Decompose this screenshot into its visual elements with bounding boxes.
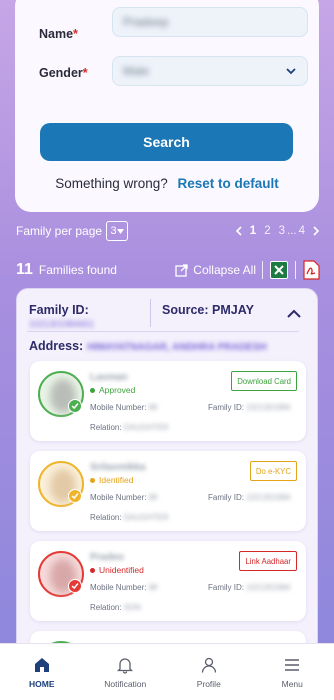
name-input[interactable]: Pradeep <box>112 7 308 37</box>
results-label: Families found <box>38 263 117 277</box>
family-card: Family ID: 1021301984651 Source: PMJAY A… <box>16 288 318 668</box>
ekyc-button[interactable]: Do e-KYC <box>249 461 297 481</box>
address-value: HIMAYATNAGAR, ANDHRA PRADESH <box>87 342 267 353</box>
divider <box>262 261 263 279</box>
pdf-icon[interactable] <box>302 260 320 280</box>
mobile-number: Mobile Number: 98 <box>90 493 158 502</box>
divider <box>295 261 296 279</box>
prev-page-icon[interactable] <box>235 226 242 236</box>
mobile-number: Mobile Number: 98 <box>90 583 158 592</box>
excel-icon[interactable] <box>269 260 289 280</box>
collapse-all-button[interactable]: Collapse All <box>175 263 256 277</box>
per-page-label: Family per page <box>16 224 103 238</box>
member-family-id: Family ID: 1021301984 <box>208 583 291 592</box>
status-badge: Unidentified <box>90 565 144 575</box>
nav-home[interactable]: HOME <box>0 644 84 700</box>
member-family-id: Family ID: 1021301984 <box>208 403 291 412</box>
family-id-value: 1021301984651 <box>29 319 95 329</box>
family-card-header[interactable]: Family ID: 1021301984651 Source: PMJAY <box>17 289 317 331</box>
status-badge: Approved <box>90 385 135 395</box>
gender-select-value: Male <box>123 64 150 78</box>
mobile-number: Mobile Number: 98 <box>90 403 158 412</box>
collapse-icon <box>175 263 188 277</box>
divider <box>27 331 299 332</box>
name-input-value: Pradeep <box>123 15 169 29</box>
check-icon <box>68 579 82 593</box>
check-icon <box>68 489 82 503</box>
reset-row: Something wrong? Reset to default <box>15 176 319 191</box>
page-3[interactable]: 3 <box>279 225 285 237</box>
search-form-card: Name* Pradeep Gender* Male Search Someth… <box>15 0 319 212</box>
nav-profile[interactable]: Profile <box>167 644 251 700</box>
bottom-nav: HOME Notification Profile Menu <box>0 643 334 700</box>
user-icon <box>201 657 216 673</box>
nav-notification[interactable]: Notification <box>84 644 168 700</box>
member-card: Laxman Approved Download Card Mobile Num… <box>30 361 306 441</box>
status-badge: Identified <box>90 475 134 485</box>
divider <box>150 299 151 327</box>
member-name: Srilaxmikka <box>90 462 146 473</box>
download-card-button[interactable]: Download Card <box>231 371 297 391</box>
results-count: 11 <box>16 261 33 278</box>
member-family-id: Family ID: 1021301984 <box>208 493 291 502</box>
pagination-bar: Family per page 3 1 2 3 ... 4 <box>16 221 320 241</box>
page-list: 1 2 3 ... 4 <box>235 225 320 237</box>
next-page-icon[interactable] <box>313 226 320 236</box>
gender-select[interactable]: Male <box>112 56 308 86</box>
nav-menu[interactable]: Menu <box>251 644 334 700</box>
page-1[interactable]: 1 <box>250 225 256 237</box>
chevron-down-icon <box>286 68 296 75</box>
member-card: Pradeo Unidentified Link Aadhaar Mobile … <box>30 541 306 621</box>
member-name: Pradeo <box>90 552 124 563</box>
address-row: Address: HIMAYATNAGAR, ANDHRA PRADESH <box>29 339 267 353</box>
family-id-label: Family ID: <box>29 303 89 317</box>
per-page-select[interactable]: 3 <box>106 221 129 241</box>
gender-label: Gender* <box>39 66 88 80</box>
search-button[interactable]: Search <box>40 123 293 161</box>
check-icon <box>68 399 82 413</box>
member-card: Srilaxmikka Identified Do e-KYC Mobile N… <box>30 451 306 531</box>
home-icon <box>34 657 49 672</box>
name-label: Name* <box>39 27 78 41</box>
chevron-up-icon[interactable] <box>287 309 301 319</box>
bell-icon <box>117 657 134 674</box>
relation: Relation: SON <box>90 603 141 612</box>
page-2[interactable]: 2 <box>264 225 270 237</box>
results-bar: 11 Families found Collapse All <box>16 259 320 281</box>
relation: Relation: DAUGHTER <box>90 423 169 432</box>
member-name: Laxman <box>90 372 128 383</box>
wrong-text: Something wrong? <box>55 176 168 191</box>
page-4[interactable]: 4 <box>299 225 305 237</box>
reset-link[interactable]: Reset to default <box>178 176 279 191</box>
source-label: Source: PMJAY <box>162 303 254 317</box>
relation: Relation: DAUGHTER <box>90 513 169 522</box>
page-ellipsis: ... <box>287 225 297 237</box>
menu-icon <box>285 658 300 671</box>
caret-down-icon <box>116 228 124 234</box>
link-aadhaar-button[interactable]: Link Aadhaar <box>239 551 297 571</box>
